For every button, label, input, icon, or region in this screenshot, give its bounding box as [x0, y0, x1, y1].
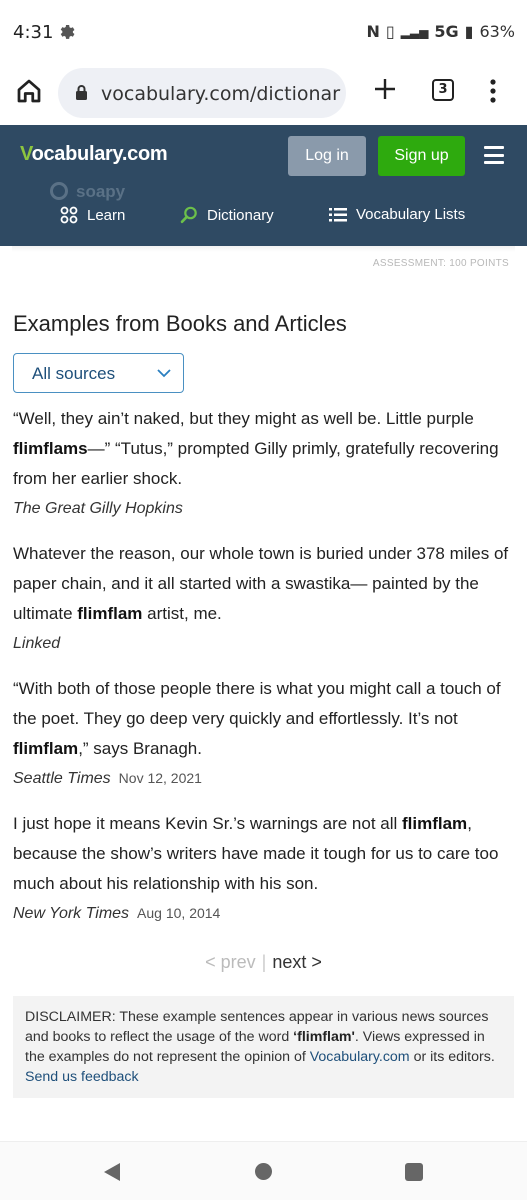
search-icon: [50, 182, 68, 200]
browser-toolbar: vocabulary.com/dictionary/ 3: [0, 62, 527, 125]
site-logo[interactable]: Vocabulary.com: [20, 143, 168, 166]
pager-separator: |: [261, 952, 267, 972]
source-filter-dropdown[interactable]: All sources: [13, 353, 184, 393]
highlight-word: flimflam: [77, 604, 143, 623]
highlight-word: flimflams: [13, 439, 88, 458]
card-edge: [12, 246, 515, 252]
highlight-word: flimflam: [402, 814, 468, 833]
vocabulary-link[interactable]: Vocabulary.com: [310, 1049, 410, 1065]
example-source[interactable]: Seattle Times Nov 12, 2021: [13, 770, 202, 788]
tabs-icon[interactable]: 3: [432, 79, 454, 101]
url-text: vocabulary.com/dictionary/: [101, 83, 341, 105]
example-sentence: “With both of those people there is what…: [13, 679, 501, 758]
source-filter-value: All sources: [32, 364, 116, 383]
system-nav-bar: [0, 1141, 527, 1200]
status-indicators: N ▯ ▂▃▅ 5G ▮ 63%: [366, 22, 515, 41]
learn-icon: [60, 206, 78, 224]
signup-button[interactable]: Sign up: [378, 136, 465, 176]
disclaimer-box: DISCLAIMER: These example sentences appe…: [13, 996, 514, 1098]
disclaimer-word: ‘flimflam': [293, 1029, 355, 1045]
example-sentence: I just hope it means Kevin Sr.’s warning…: [13, 814, 499, 893]
plus-icon[interactable]: [372, 76, 398, 102]
example-date: Nov 12, 2021: [118, 770, 202, 786]
example-source[interactable]: The Great Gilly Hopkins: [13, 500, 183, 518]
gear-icon: [60, 24, 75, 39]
next-link[interactable]: next >: [272, 952, 322, 972]
example-sentence: “Well, they ain’t naked, but they might …: [13, 409, 499, 488]
pagination: < prev | next >: [0, 952, 527, 973]
list-icon: [329, 207, 347, 221]
highlight-word: flimflam: [13, 739, 79, 758]
network-type: 5G: [434, 22, 459, 41]
feedback-link[interactable]: Send us feedback: [25, 1069, 139, 1085]
example-date: Aug 10, 2014: [137, 905, 221, 921]
home-circle-icon[interactable]: [255, 1163, 272, 1180]
menu-dots-icon[interactable]: [486, 78, 500, 104]
battery-level: 63%: [479, 22, 515, 41]
nav-learn[interactable]: Learn: [60, 206, 125, 224]
vibrate-icon: ▯: [385, 22, 395, 41]
url-bar[interactable]: vocabulary.com/dictionary/: [58, 68, 346, 118]
recents-icon[interactable]: [405, 1163, 423, 1181]
chevron-down-icon: [157, 369, 171, 378]
hamburger-menu-icon[interactable]: [484, 146, 504, 164]
nfc-icon: N: [366, 22, 380, 41]
example-sentence: Whatever the reason, our whole town is b…: [13, 544, 509, 623]
search-ghost: soapy: [50, 182, 125, 202]
nav-dictionary[interactable]: Dictionary: [180, 206, 274, 224]
section-title: Examples from Books and Articles: [13, 311, 347, 336]
prev-link: < prev: [205, 952, 256, 972]
status-time: 4:31: [13, 22, 54, 43]
battery-icon: ▮: [464, 22, 474, 41]
nav-vocabulary-lists[interactable]: Vocabulary Lists: [329, 206, 465, 223]
login-button[interactable]: Log in: [288, 136, 366, 176]
signal-icon: ▂▃▅: [400, 24, 429, 39]
back-icon[interactable]: [102, 1161, 122, 1183]
assessment-label: ASSESSMENT: 100 POINTS: [372, 258, 509, 269]
lock-icon: [76, 85, 87, 100]
status-bar: 4:31 N ▯ ▂▃▅ 5G ▮ 63%: [0, 0, 527, 62]
home-icon[interactable]: [14, 76, 44, 106]
example-source[interactable]: New York Times Aug 10, 2014: [13, 905, 220, 923]
example-source[interactable]: Linked: [13, 635, 60, 653]
search-icon: [180, 206, 197, 224]
